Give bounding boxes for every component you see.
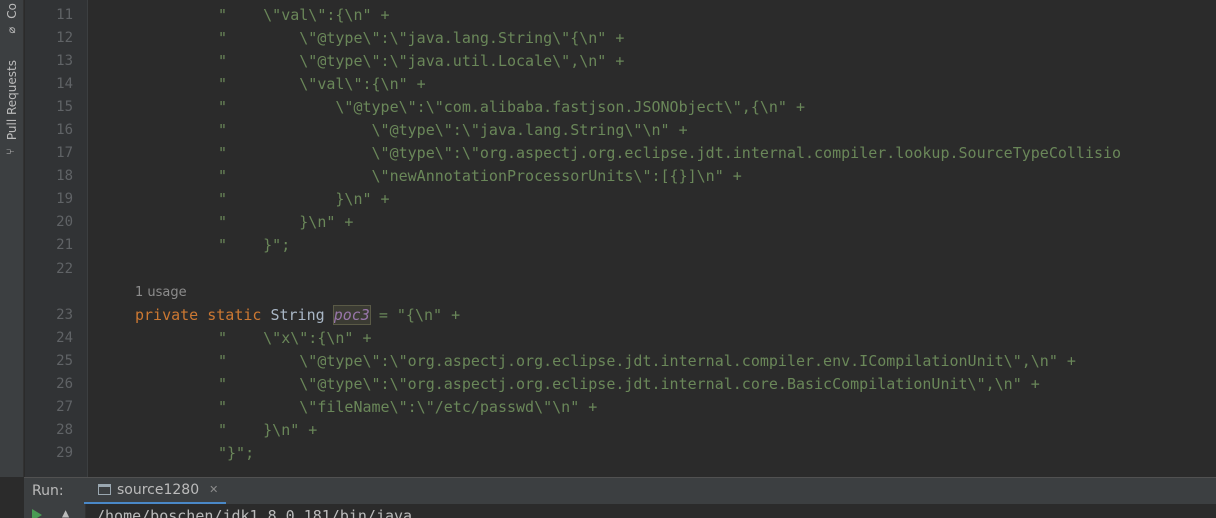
code-line-23: private static String poc3 = "{\n" +: [135, 304, 460, 327]
code-line-12: " \"@type\":\"java.lang.String\"{\n" +: [218, 29, 625, 47]
usage-inlay-hint[interactable]: 1 usage: [135, 281, 187, 304]
keyword-static: static: [207, 306, 262, 324]
keyword-private: private: [135, 306, 199, 324]
close-tab-icon[interactable]: ✕: [209, 483, 218, 496]
code-line-25: " \"@type\":\"org.aspectj.org.eclipse.jd…: [218, 352, 1076, 370]
line-number: 29: [56, 445, 73, 461]
run-console[interactable]: ▲ /home/boschen/jdk1.8.0_181/bin/java ..…: [24, 504, 1216, 518]
line-number: 17: [56, 145, 73, 161]
console-tab-icon: [98, 484, 111, 495]
run-config-tab[interactable]: source1280 ✕: [84, 478, 227, 505]
commit-icon: ⌀: [5, 23, 19, 37]
line-number: 20: [56, 214, 73, 230]
line-number: 24: [56, 330, 73, 346]
code-line-15: " \"@type\":\"com.alibaba.fastjson.JSONO…: [218, 98, 805, 116]
line-number: 19: [56, 191, 73, 207]
line-number: 14: [56, 76, 73, 92]
line-number: 28: [56, 422, 73, 438]
code-line-18: " \"newAnnotationProcessorUnits\":[{}]\n…: [218, 167, 742, 185]
code-line-28: " }\n" +: [218, 421, 318, 439]
code-line-16: " \"@type\":\"java.lang.String\"\n" +: [218, 121, 688, 139]
line-number: 16: [56, 122, 73, 138]
code-line-21: " }";: [218, 236, 291, 254]
line-number: 27: [56, 399, 73, 415]
rerun-icon[interactable]: [32, 509, 42, 518]
line-number-gutter[interactable]: 11 12 13 14 15 16 17 18 19 20 21 22 23 2…: [25, 0, 88, 477]
code-line-19: " }\n" +: [218, 190, 390, 208]
line-number: 25: [56, 353, 73, 369]
run-label: Run:: [32, 483, 64, 499]
code-line-23-value: = "{\n" +: [369, 306, 461, 324]
pull-request-icon: ⑂: [6, 144, 18, 158]
commit-tab-label: Co: [5, 3, 19, 19]
code-line-17: " \"@type\":\"org.aspectj.org.eclipse.jd…: [218, 144, 1122, 162]
line-number: 23: [56, 307, 73, 323]
line-number: 18: [56, 168, 73, 184]
line-number: 22: [56, 261, 73, 277]
code-editor[interactable]: " \"val\":{\n" + " \"@type\":\"java.lang…: [89, 0, 1216, 477]
code-line-14: " \"val\":{\n" +: [218, 75, 426, 93]
line-number: 21: [56, 237, 73, 253]
code-line-11: " \"val\":{\n" +: [218, 6, 390, 24]
line-number: 12: [56, 30, 73, 46]
scroll-up-icon[interactable]: ▲: [62, 507, 69, 518]
console-toolbar: ▲: [24, 504, 86, 518]
type-string: String: [270, 306, 325, 324]
code-line-24: " \"x\":{\n" +: [218, 329, 372, 347]
run-tool-window-header: Run: source1280 ✕: [24, 477, 1216, 505]
line-number: 26: [56, 376, 73, 392]
left-tool-strip: ⌀ Co ⑂ Pull Requests: [0, 0, 24, 477]
pull-requests-tab-label: Pull Requests: [5, 59, 19, 141]
line-number: 13: [56, 53, 73, 69]
code-line-26: " \"@type\":\"org.aspectj.org.eclipse.jd…: [218, 375, 1040, 393]
code-line-29: "}";: [218, 444, 255, 462]
code-line-13: " \"@type\":\"java.util.Locale\",\n" +: [218, 52, 625, 70]
commit-tool-tab[interactable]: ⌀ Co: [0, 0, 24, 40]
run-config-tab-label: source1280: [117, 481, 200, 498]
pull-requests-tool-tab[interactable]: ⑂ Pull Requests: [0, 58, 24, 158]
field-poc3[interactable]: poc3: [332, 305, 371, 325]
code-line-20: " }\n" +: [218, 213, 354, 231]
line-number: 15: [56, 99, 73, 115]
console-output-line: /home/boschen/jdk1.8.0_181/bin/java ...: [96, 507, 449, 518]
code-line-27: " \"fileName\":\"/etc/passwd\"\n" +: [218, 398, 598, 416]
line-number: 11: [56, 7, 73, 23]
